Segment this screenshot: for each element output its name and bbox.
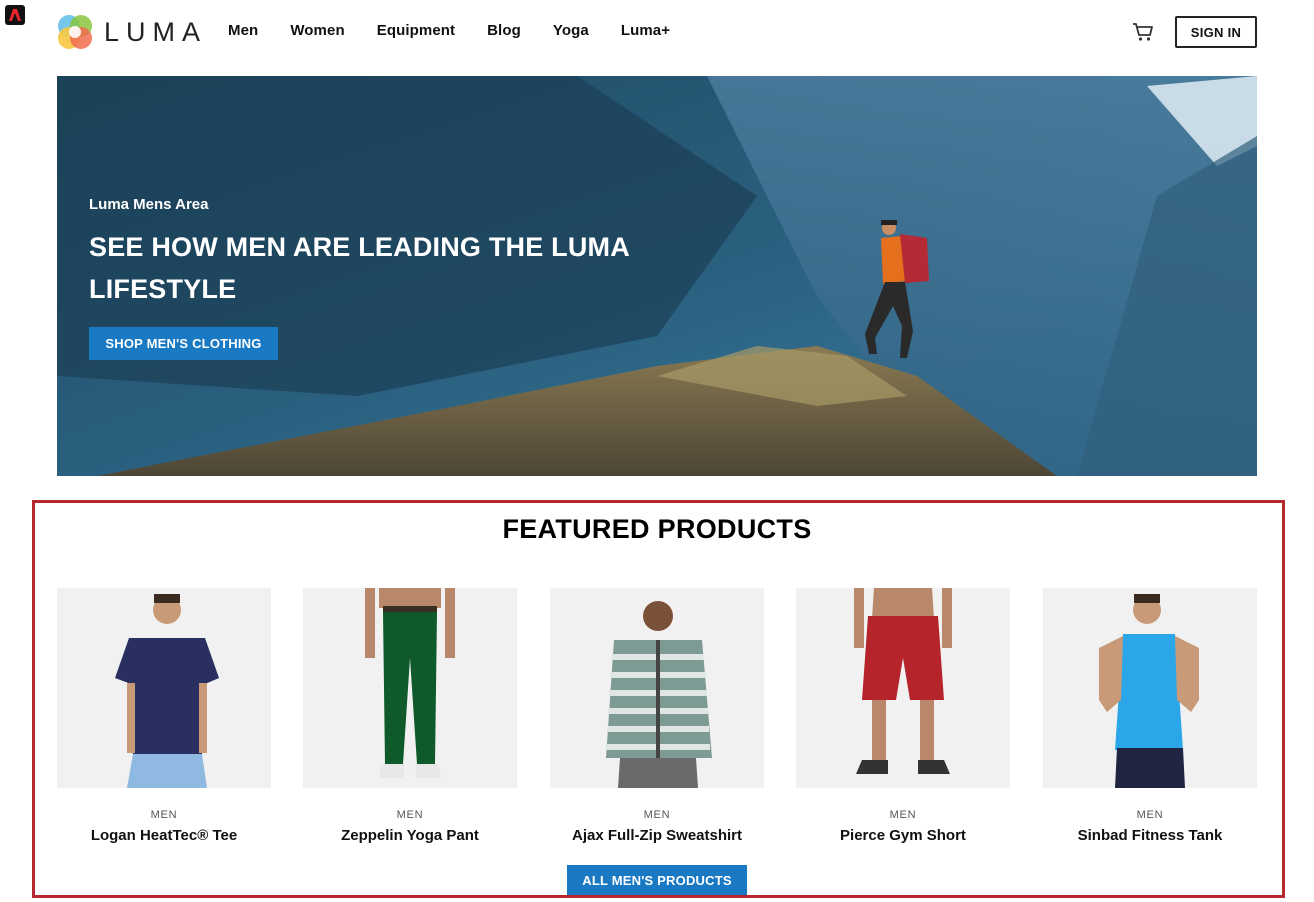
site-header: LUMA Men Women Equipment Blog Yoga Luma+… bbox=[0, 0, 1314, 64]
product-name[interactable]: Ajax Full-Zip Sweatshirt bbox=[550, 827, 764, 844]
all-mens-products-button[interactable]: ALL MEN'S PRODUCTS bbox=[567, 865, 747, 895]
product-image[interactable] bbox=[1043, 588, 1257, 788]
product-card[interactable]: MEN Logan HeatTec® Tee bbox=[57, 588, 271, 844]
nav-item-women[interactable]: Women bbox=[290, 22, 344, 39]
hero-title: SEE HOW MEN ARE LEADING THE LUMA LIFESTY… bbox=[89, 232, 629, 304]
product-image[interactable] bbox=[796, 588, 1010, 788]
luma-logo-text: LUMA bbox=[104, 16, 208, 47]
product-name[interactable]: Sinbad Fitness Tank bbox=[1043, 827, 1257, 844]
product-category: MEN bbox=[643, 809, 671, 821]
featured-products-title: FEATURED PRODUCTS bbox=[502, 514, 812, 544]
hero-eyebrow: Luma Mens Area bbox=[89, 196, 209, 213]
product-card[interactable]: MEN Sinbad Fitness Tank bbox=[1043, 588, 1257, 844]
product-name[interactable]: Pierce Gym Short bbox=[796, 827, 1010, 844]
product-category: MEN bbox=[889, 809, 917, 821]
shop-mens-clothing-button[interactable]: SHOP MEN'S CLOTHING bbox=[89, 327, 278, 360]
sign-in-button[interactable]: SIGN IN bbox=[1175, 16, 1257, 48]
product-card[interactable]: MEN Ajax Full-Zip Sweatshirt bbox=[550, 588, 764, 844]
luma-logo-icon bbox=[58, 15, 92, 49]
nav-item-equipment[interactable]: Equipment bbox=[377, 22, 455, 39]
product-category: MEN bbox=[150, 809, 178, 821]
product-image[interactable] bbox=[550, 588, 764, 788]
product-card[interactable]: MEN Zeppelin Yoga Pant bbox=[303, 588, 517, 844]
nav-item-yoga[interactable]: Yoga bbox=[553, 22, 589, 39]
product-image[interactable] bbox=[303, 588, 517, 788]
product-category: MEN bbox=[1136, 809, 1164, 821]
product-image[interactable] bbox=[57, 588, 271, 788]
product-name[interactable]: Logan HeatTec® Tee bbox=[57, 827, 271, 844]
main-nav: Men Women Equipment Blog Yoga Luma+ bbox=[228, 22, 670, 39]
nav-item-men[interactable]: Men bbox=[228, 22, 258, 39]
nav-item-blog[interactable]: Blog bbox=[487, 22, 521, 39]
product-category: MEN bbox=[396, 809, 424, 821]
cart-icon[interactable] bbox=[1132, 22, 1154, 42]
product-card[interactable]: MEN Pierce Gym Short bbox=[796, 588, 1010, 844]
hero-banner: Luma Mens Area SEE HOW MEN ARE LEADING T… bbox=[57, 76, 1257, 476]
featured-products-list: MEN Logan HeatTec® Tee MEN Zeppelin Yoga… bbox=[57, 588, 1257, 858]
nav-item-luma-plus[interactable]: Luma+ bbox=[621, 22, 670, 39]
product-name[interactable]: Zeppelin Yoga Pant bbox=[303, 827, 517, 844]
luma-logo[interactable]: LUMA bbox=[56, 14, 207, 50]
